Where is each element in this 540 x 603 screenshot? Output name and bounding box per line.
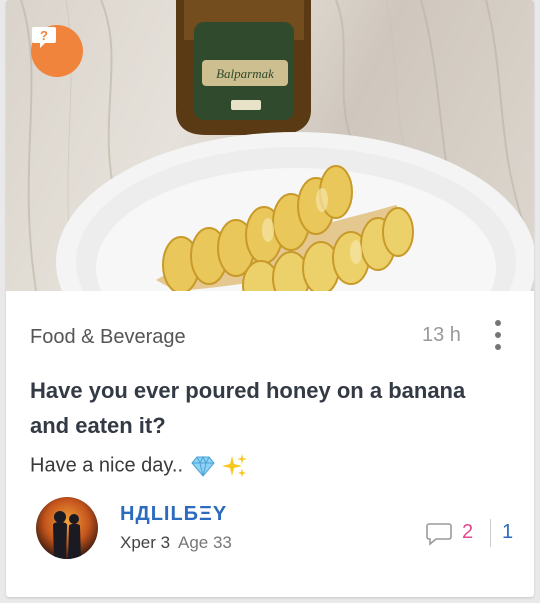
svg-text:?: ? [40, 28, 48, 43]
post-body-text: Have a nice day.. [30, 454, 184, 477]
post-body: Have a nice day.. [30, 453, 248, 479]
question-badge[interactable]: ? [31, 25, 83, 77]
author-avatar[interactable] [36, 497, 98, 559]
post-title[interactable]: Have you ever poured honey on a banana a… [30, 373, 500, 443]
avatar-image [36, 497, 98, 559]
jar-label: Balparmak [216, 66, 274, 81]
author-age: Age 33 [178, 533, 232, 552]
like-count[interactable]: 1 [502, 521, 513, 544]
more-options-icon[interactable] [490, 320, 506, 350]
post-image[interactable]: Balparmak ? [6, 0, 534, 291]
author-username[interactable]: HДLILБΞY [120, 503, 227, 526]
gem-icon [190, 455, 215, 477]
post-category[interactable]: Food & Beverage [30, 326, 186, 349]
author-level: Xper 3 [120, 533, 171, 552]
stats-divider [490, 519, 491, 547]
banana-honey-photo: Balparmak [20, 0, 534, 291]
comment-icon[interactable] [426, 522, 452, 546]
post-time: 13 h [422, 324, 461, 346]
sparkles-icon [222, 454, 248, 477]
question-bubble-icon: ? [32, 27, 56, 48]
post-card[interactable]: Balparmak ? Food & Beverage 13 h Have yo… [6, 0, 534, 597]
comment-count[interactable]: 2 [462, 521, 473, 544]
